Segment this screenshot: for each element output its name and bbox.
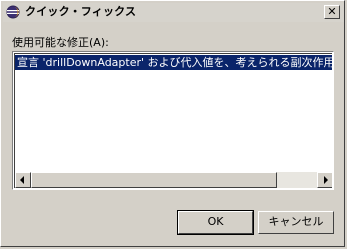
list-item[interactable]: 宣言 'drillDownAdapter' および代入値を、考えられる副次作用な… [15, 55, 332, 70]
horizontal-scrollbar[interactable] [15, 172, 332, 188]
arrow-right-icon [324, 176, 328, 184]
scrollbar-thumb[interactable] [31, 172, 277, 188]
dialog-title: クイック・フィックス [25, 5, 137, 18]
quick-fix-dialog: クイック・フィックス ✕ 使用可能な修正(A): 宣言 'drillDownAd… [0, 0, 345, 247]
close-icon: ✕ [327, 5, 337, 18]
ok-button[interactable]: OK [177, 210, 254, 235]
title-bar: クイック・フィックス ✕ [3, 3, 344, 22]
fix-list[interactable]: 宣言 'drillDownAdapter' および代入値を、考えられる副次作用な… [12, 51, 334, 190]
arrow-left-icon [20, 176, 24, 184]
fix-list-viewport: 宣言 'drillDownAdapter' および代入値を、考えられる副次作用な… [14, 53, 332, 188]
close-button[interactable]: ✕ [324, 5, 340, 19]
fix-list-label: 使用可能な修正(A): [12, 36, 109, 49]
scroll-right-button[interactable] [317, 172, 332, 188]
cancel-button[interactable]: キャンセル [258, 211, 334, 234]
eclipse-icon [6, 5, 20, 19]
scroll-left-button[interactable] [15, 172, 31, 188]
